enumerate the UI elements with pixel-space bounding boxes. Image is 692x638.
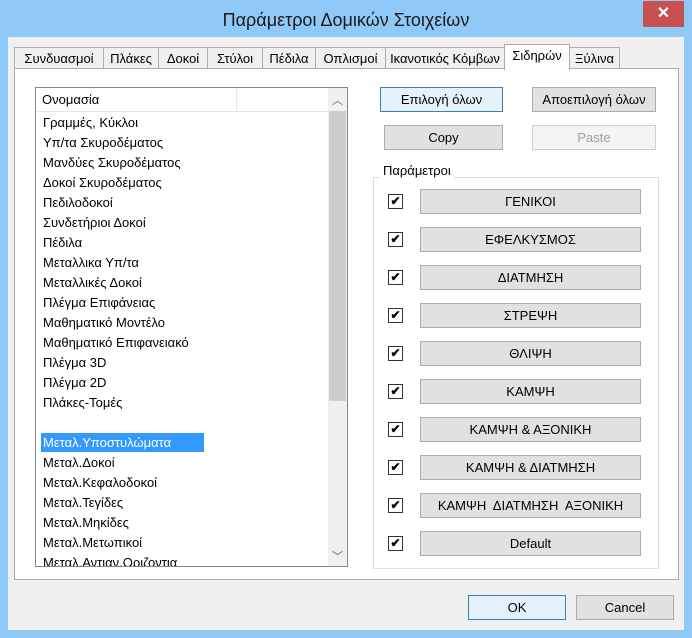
list-item[interactable]: Υπ/τα Σκυροδέματος	[41, 133, 165, 152]
parameter-button[interactable]: ΚΑΜΨΗ & ΑΞΟΝΙΚΗ	[420, 417, 641, 442]
list-item[interactable]: Μεταλ.Μετωπικοί	[41, 533, 144, 552]
list-item[interactable]: Γραμμές, Κύκλοι	[41, 113, 140, 132]
parameter-checkbox[interactable]: ✔	[388, 384, 403, 399]
list-item[interactable]: Πλέγμα 3D	[41, 353, 108, 372]
tab-8[interactable]: Ξύλινα	[569, 47, 620, 69]
parameter-button[interactable]: ΚΑΜΨΗ	[420, 379, 641, 404]
paste-button[interactable]: Paste	[532, 125, 656, 150]
parameter-checkbox[interactable]: ✔	[388, 270, 403, 285]
scroll-up-icon[interactable]: ︿	[328, 92, 347, 108]
scroll-down-icon[interactable]: ﹀	[328, 548, 347, 564]
tab-5[interactable]: Οπλισμοί	[315, 47, 386, 69]
parameter-button[interactable]: ΔΙΑΤΜΗΣΗ	[420, 265, 641, 290]
list-item[interactable]: Μεταλ.Τεγίδες	[41, 493, 125, 512]
element-list[interactable]: Ονομασία Γραμμές, Κύκλοι Υπ/τα Σκυροδέματ…	[35, 87, 348, 567]
column-divider	[236, 88, 237, 111]
parameter-button[interactable]: ΓΕΝΙΚΟΙ	[420, 189, 641, 214]
parameter-button[interactable]: ΕΦΕΛΚΥΣΜΟΣ	[420, 227, 641, 252]
parameter-checkbox[interactable]: ✔	[388, 460, 403, 475]
column-header-name[interactable]: Ονομασία	[36, 92, 99, 107]
list-item[interactable]: Μεταλ.Δοκοί	[41, 453, 117, 472]
tab-6[interactable]: Ικανοτικός Κόμβων	[385, 47, 505, 69]
parameter-checkbox[interactable]: ✔	[388, 194, 403, 209]
list-item[interactable]: Πέδιλα	[41, 233, 84, 252]
list-item[interactable]: Πλέγμα 2D	[41, 373, 108, 392]
parameter-button[interactable]: ΘΛΙΨΗ	[420, 341, 641, 366]
list-header[interactable]: Ονομασία	[36, 88, 328, 112]
ok-button[interactable]: OK	[468, 595, 566, 620]
list-item[interactable]: Δοκοί Σκυροδέματος	[41, 173, 164, 192]
list-item[interactable]: Μεταλ.Αντιαν.Οριζοντια	[41, 553, 179, 566]
list-item[interactable]: Πεδιλοδοκοί	[41, 193, 115, 212]
list-item[interactable]: Μαθηματικό Μοντέλο	[41, 313, 167, 332]
list-item[interactable]: Πλέγμα Επιφάνειας	[41, 293, 157, 312]
list-item[interactable]: Πλάκες-Τομές	[41, 393, 124, 412]
list-item[interactable]	[41, 413, 45, 432]
parameters-group-label: Παράμετροι	[380, 163, 454, 178]
close-icon: ✕	[656, 5, 671, 22]
tab-7[interactable]: Σιδηρών	[504, 44, 570, 70]
parameter-checkbox[interactable]: ✔	[388, 536, 403, 551]
list-item[interactable]: Μανδύες Σκυροδέματος	[41, 153, 183, 172]
list-item[interactable]: Μεταλλικές Δοκοί	[41, 273, 144, 292]
parameter-checkbox[interactable]: ✔	[388, 422, 403, 437]
parameter-checkbox[interactable]: ✔	[388, 232, 403, 247]
parameter-button[interactable]: ΣΤΡΕΨΗ	[420, 303, 641, 328]
parameter-checkbox[interactable]: ✔	[388, 346, 403, 361]
list-item[interactable]: Μεταλ.Μηκίδες	[41, 513, 131, 532]
parameter-checkbox[interactable]: ✔	[388, 308, 403, 323]
list-item[interactable]: Μεταλ.Κεφαλοδοκοί	[41, 473, 159, 492]
close-button[interactable]: ✕	[643, 1, 684, 27]
scrollbar-thumb[interactable]	[329, 111, 346, 401]
parameter-button[interactable]: ΚΑΜΨΗ ΔΙΑΤΜΗΣΗ ΑΞΟΝΙΚΗ	[420, 493, 641, 518]
list-item[interactable]: Συνδετήριοι Δοκοί	[41, 213, 148, 232]
parameter-button[interactable]: Default	[420, 531, 641, 556]
deselect-all-button[interactable]: Αποεπιλογή όλων	[532, 87, 656, 112]
parameter-button[interactable]: ΚΑΜΨΗ & ΔΙΑΤΜΗΣΗ	[420, 455, 641, 480]
list-item[interactable]: Μαθηματικό Επιφανειακό	[41, 333, 191, 352]
tab-0[interactable]: Συνδυασμοί	[14, 47, 104, 69]
list-item[interactable]: Μεταλλικα Υπ/τα	[41, 253, 141, 272]
window-title: Παράμετροι Δομικών Στοιχείων	[222, 10, 470, 30]
cancel-button[interactable]: Cancel	[576, 595, 674, 620]
select-all-button[interactable]: Επιλογή όλων	[380, 87, 503, 112]
tab-4[interactable]: Πέδιλα	[262, 47, 316, 69]
copy-button[interactable]: Copy	[384, 125, 503, 150]
tab-2[interactable]: Δοκοί	[158, 47, 208, 69]
parameter-checkbox[interactable]: ✔	[388, 498, 403, 513]
list-item[interactable]: Μεταλ.Υποστυλώματα	[41, 433, 204, 452]
tab-3[interactable]: Στύλοι	[207, 47, 263, 69]
tab-1[interactable]: Πλάκες	[103, 47, 159, 69]
